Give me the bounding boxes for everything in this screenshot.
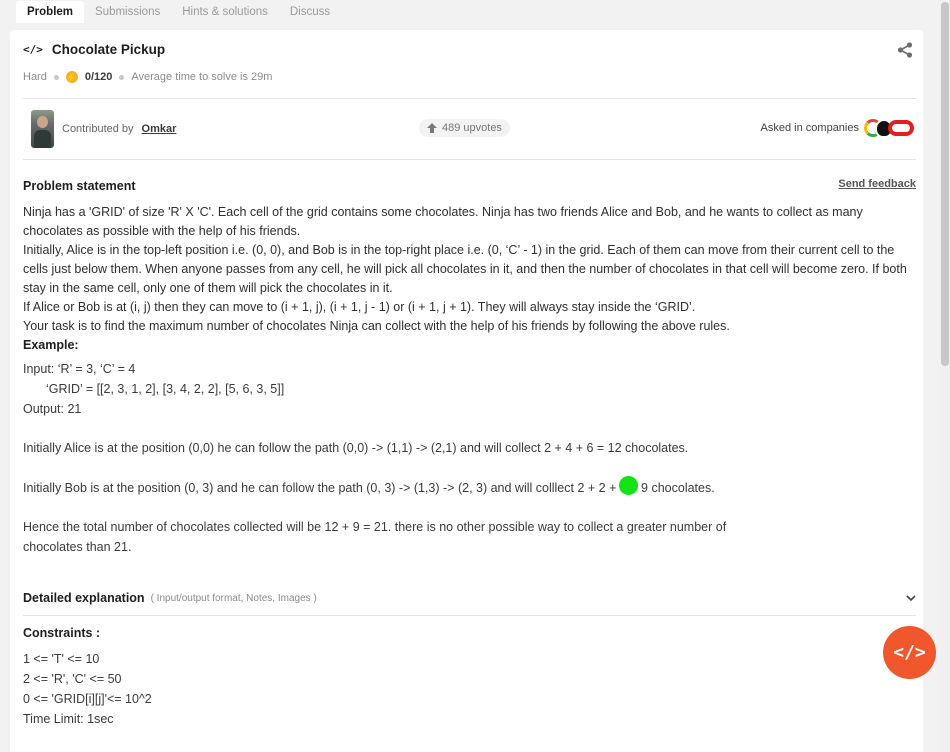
oracle-logo — [888, 120, 914, 136]
bob-explanation: Initially Bob is at the position (0, 3) … — [23, 481, 715, 495]
company-logos[interactable] — [864, 118, 914, 138]
difficulty-label: Hard — [23, 71, 47, 83]
separator-dot — [53, 74, 59, 80]
total-line: chocolates than 21. — [23, 540, 132, 554]
total-line: Hence the total number of chocolates col… — [23, 520, 727, 534]
upvote-button[interactable]: 489 upvotes — [419, 119, 510, 137]
detailed-explanation-subtitle: ( Input/output format, Notes, Images ) — [150, 592, 317, 604]
title-row: </> Chocolate Pickup — [23, 42, 165, 57]
score-label: 0/120 — [84, 71, 113, 83]
tab-submissions[interactable]: Submissions — [84, 1, 171, 23]
constraint-line: 1 <= 'T' <= 10 — [23, 652, 100, 666]
contributed-by-label: Contributed by — [62, 123, 134, 135]
divider — [23, 98, 916, 99]
bolt-icon: ⚡ — [65, 71, 78, 83]
problem-statement-heading: Problem statement — [23, 179, 136, 193]
chevron-down-icon[interactable] — [906, 593, 916, 603]
separator-dot — [119, 74, 125, 80]
problem-meta: Hard ⚡ 0/120 Average time to solve is 29… — [23, 71, 272, 83]
scrollbar[interactable] — [940, 0, 950, 752]
example-output: Output: 21 — [23, 402, 82, 416]
detailed-explanation-toggle[interactable]: Detailed explanation ( Input/output form… — [23, 591, 916, 605]
upvote-arrow-icon — [427, 123, 437, 133]
tab-hints[interactable]: Hints & solutions — [171, 1, 279, 23]
companies-label: Asked in companies — [760, 122, 859, 134]
upvote-count: 489 upvotes — [442, 122, 502, 134]
detailed-explanation-title: Detailed explanation — [23, 591, 145, 605]
statement-paragraph: If Alice or Bob is at (i, j) then they c… — [23, 300, 696, 314]
constraints-heading: Constraints : — [23, 626, 101, 640]
companies: Asked in companies — [761, 118, 914, 138]
example-heading: Example: — [23, 338, 79, 352]
problem-panel: </> Chocolate Pickup Hard ⚡ 0/120 Averag… — [10, 30, 923, 752]
example-block: Input: ‘R’ = 3, ‘C’ = 4 ‘GRID’ = [[2, 3,… — [23, 359, 284, 419]
problem-statement: Ninja has a 'GRID' of size 'R' X 'C'. Ea… — [23, 203, 913, 355]
statement-paragraph: Your task is to find the maximum number … — [23, 319, 730, 333]
avg-time-label: Average time to solve is 29m — [131, 71, 273, 83]
scrollbar-thumb[interactable] — [941, 2, 949, 366]
statement-paragraph: Ninja has a 'GRID' of size 'R' X 'C'. Ea… — [23, 205, 863, 238]
avatar — [31, 110, 54, 148]
send-feedback-link[interactable]: Send feedback — [838, 178, 916, 190]
divider — [23, 159, 916, 160]
divider — [23, 615, 916, 616]
example-grid: ‘GRID’ = [[2, 3, 1, 2], [3, 4, 2, 2], [5… — [46, 382, 285, 396]
cursor-marker — [619, 476, 638, 495]
constraints-list: 1 <= 'T' <= 10 2 <= 'R', 'C' <= 50 0 <= … — [23, 649, 152, 729]
contributor-link[interactable]: Omkar — [142, 123, 177, 135]
constraint-line: 2 <= 'R', 'C' <= 50 — [23, 672, 122, 686]
example-input: Input: ‘R’ = 3, ‘C’ = 4 — [23, 362, 136, 376]
alice-explanation: Initially Alice is at the position (0,0)… — [23, 441, 689, 455]
code-editor-button[interactable]: </> — [883, 626, 936, 679]
tab-problem[interactable]: Problem — [16, 1, 85, 23]
tab-discuss[interactable]: Discuss — [279, 1, 341, 23]
code-icon: </> — [23, 43, 43, 56]
total-explanation: Hence the total number of chocolates col… — [23, 517, 726, 557]
problem-tabs: Problem Submissions Hints & solutions Di… — [16, 0, 341, 24]
constraint-line: Time Limit: 1sec — [23, 712, 114, 726]
constraint-line: 0 <= 'GRID[i][j]'<= 10^2 — [23, 692, 152, 706]
share-icon[interactable] — [897, 42, 913, 58]
code-icon: </> — [893, 642, 926, 663]
contributor: Contributed by Omkar — [31, 110, 176, 148]
problem-title: Chocolate Pickup — [51, 42, 166, 57]
statement-paragraph: Initially, Alice is in the top-left posi… — [23, 243, 907, 295]
